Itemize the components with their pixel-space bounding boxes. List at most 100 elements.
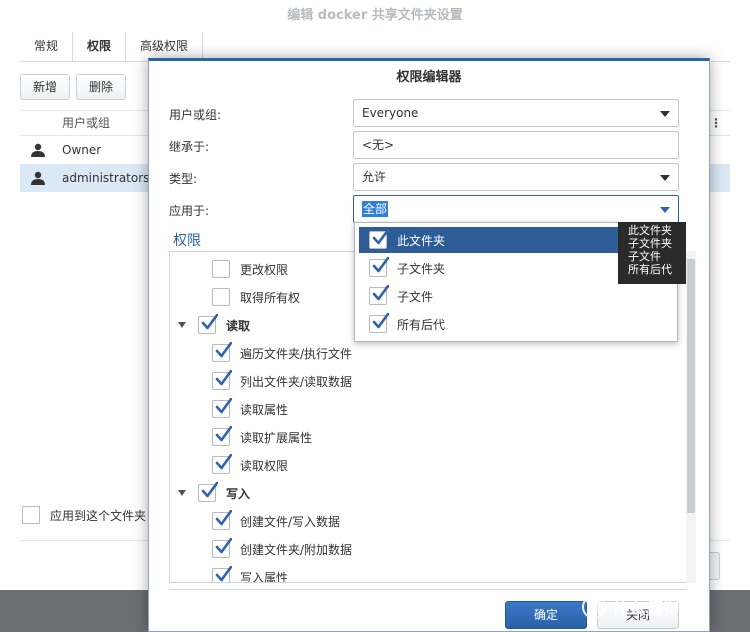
option-label: 所有后代: [397, 317, 446, 332]
permissions-scrollbar[interactable]: [686, 251, 696, 583]
permission-label: 列出文件夹/读取数据: [240, 374, 353, 389]
inherit-from-field: <无>: [353, 131, 679, 159]
permission-checkbox[interactable]: [212, 370, 232, 390]
checkmark-icon: [372, 285, 389, 301]
tab-general[interactable]: 常规: [20, 32, 74, 61]
chevron-down-icon: [660, 207, 670, 213]
permission-label: 读取扩展属性: [240, 430, 313, 445]
list-item[interactable]: 读取扩展属性: [212, 426, 313, 447]
permission-checkbox[interactable]: [212, 538, 232, 558]
permission-label: 创建文件/写入数据: [240, 514, 341, 529]
permission-checkbox[interactable]: [212, 398, 232, 418]
option-checkbox[interactable]: [369, 229, 389, 249]
apply-to-folder-label: 应用到这个文件夹: [50, 508, 147, 523]
checkmark-icon: [372, 229, 389, 245]
permission-checkbox[interactable]: [212, 342, 232, 362]
permission-label: 读取: [226, 318, 251, 333]
collapse-triangle-icon[interactable]: [178, 490, 186, 496]
checkmark-icon: [215, 566, 232, 582]
chevron-down-icon: [660, 111, 670, 117]
checkmark-icon: [201, 482, 218, 498]
delete-button[interactable]: 删除: [76, 74, 127, 100]
type-value: 允许: [362, 170, 387, 184]
permissions-section-title: 权限: [173, 233, 201, 249]
tooltip-line: 此文件夹: [628, 224, 672, 237]
apply-to-folder-checkbox[interactable]: [22, 506, 40, 524]
tooltip-line: 子文件: [628, 250, 661, 263]
scrollbar-thumb[interactable]: [687, 259, 695, 513]
list-item[interactable]: 读取权限: [212, 454, 289, 475]
list-item[interactable]: 读取: [178, 314, 251, 335]
checkmark-icon: [201, 314, 218, 330]
option-label: 此文件夹: [397, 233, 446, 248]
permission-label: 遍历文件夹/执行文件: [240, 346, 353, 361]
checkmark-icon: [372, 257, 389, 273]
option-checkbox[interactable]: [369, 257, 389, 277]
option-checkbox[interactable]: [369, 285, 389, 305]
permission-checkbox[interactable]: [212, 454, 232, 474]
list-item[interactable]: 创建文件/写入数据: [212, 510, 341, 531]
toolbar: 新增 删除: [20, 74, 127, 100]
watermark-text: 什么值得买: [612, 599, 697, 619]
permission-checkbox[interactable]: [212, 426, 232, 446]
list-item[interactable]: 读取属性: [212, 398, 289, 419]
divider: [169, 589, 687, 590]
list-item[interactable]: 更改权限: [212, 259, 288, 279]
tooltip-line: 所有后代: [628, 263, 672, 276]
permission-label: 取得所有权: [240, 290, 301, 305]
row-user-name: Owner: [62, 143, 102, 157]
permission-checkbox[interactable]: [212, 566, 232, 582]
column-menu-icon[interactable]: ⋮: [710, 111, 722, 135]
user-or-group-select[interactable]: Everyone: [353, 99, 679, 127]
tab-permissions[interactable]: 权限: [73, 32, 127, 61]
user-or-group-label: 用户或组:: [169, 108, 222, 122]
dialog-title: 权限编辑器: [396, 70, 462, 85]
permission-label: 写入: [226, 486, 251, 501]
permission-checkbox[interactable]: [212, 260, 230, 278]
list-item[interactable]: 取得所有权: [212, 287, 300, 307]
list-item[interactable]: 遍历文件夹/执行文件: [212, 342, 353, 363]
list-item[interactable]: 创建文件夹/附加数据: [212, 538, 353, 559]
user-icon: [31, 171, 45, 185]
permission-label: 读取权限: [240, 458, 289, 473]
type-label: 类型:: [169, 172, 198, 186]
permission-label: 创建文件夹/附加数据: [240, 542, 353, 557]
tab-advanced-permissions[interactable]: 高级权限: [126, 32, 204, 61]
checkmark-icon: [215, 454, 232, 470]
option-label: 子文件: [397, 289, 434, 304]
apply-to-tooltip: 此文件夹 子文件夹 子文件 所有后代: [618, 222, 686, 284]
window-title: 编辑 docker 共享文件夹设置: [287, 8, 463, 23]
row-user-name: administrators: [62, 171, 150, 185]
apply-to-value: 全部: [362, 201, 389, 217]
checkmark-icon: [215, 510, 232, 526]
list-item[interactable]: 写入: [178, 482, 251, 503]
checkmark-icon: [215, 538, 232, 554]
checkmark-icon: [215, 398, 232, 414]
type-select[interactable]: 允许: [353, 163, 679, 191]
permission-checkbox[interactable]: [198, 482, 218, 502]
apply-to-select[interactable]: 全部: [353, 195, 679, 223]
permission-checkbox[interactable]: [212, 510, 232, 530]
apply-to-folder-option[interactable]: 应用到这个文件夹: [22, 506, 146, 524]
checkmark-icon: [372, 313, 389, 329]
permission-checkbox[interactable]: [198, 314, 218, 334]
dropdown-option-all-descendants[interactable]: 所有后代: [359, 311, 673, 337]
permission-checkbox[interactable]: [212, 288, 230, 306]
add-button[interactable]: 新增: [20, 74, 71, 100]
checkmark-icon: [215, 370, 232, 386]
option-checkbox[interactable]: [369, 313, 389, 333]
list-item[interactable]: 列出文件夹/读取数据: [212, 370, 353, 391]
checkmark-icon: [215, 426, 232, 442]
option-label: 子文件夹: [397, 261, 446, 276]
watermark-badge-icon: 值: [582, 594, 606, 619]
ok-button[interactable]: 确定: [505, 601, 587, 629]
permission-editor-dialog: 权限编辑器 用户或组: Everyone 继承于: <无> 类型: 允许 应用于…: [148, 58, 710, 632]
column-header-user-or-group[interactable]: 用户或组: [62, 111, 110, 135]
collapse-triangle-icon[interactable]: [178, 322, 186, 328]
permission-label: 更改权限: [240, 262, 289, 277]
list-item[interactable]: 写入属性: [212, 566, 288, 582]
apply-to-label: 应用于:: [169, 204, 210, 218]
inherit-from-value: <无>: [362, 138, 395, 152]
permission-label: 读取属性: [240, 402, 289, 417]
dropdown-option-files[interactable]: 子文件: [359, 283, 673, 309]
